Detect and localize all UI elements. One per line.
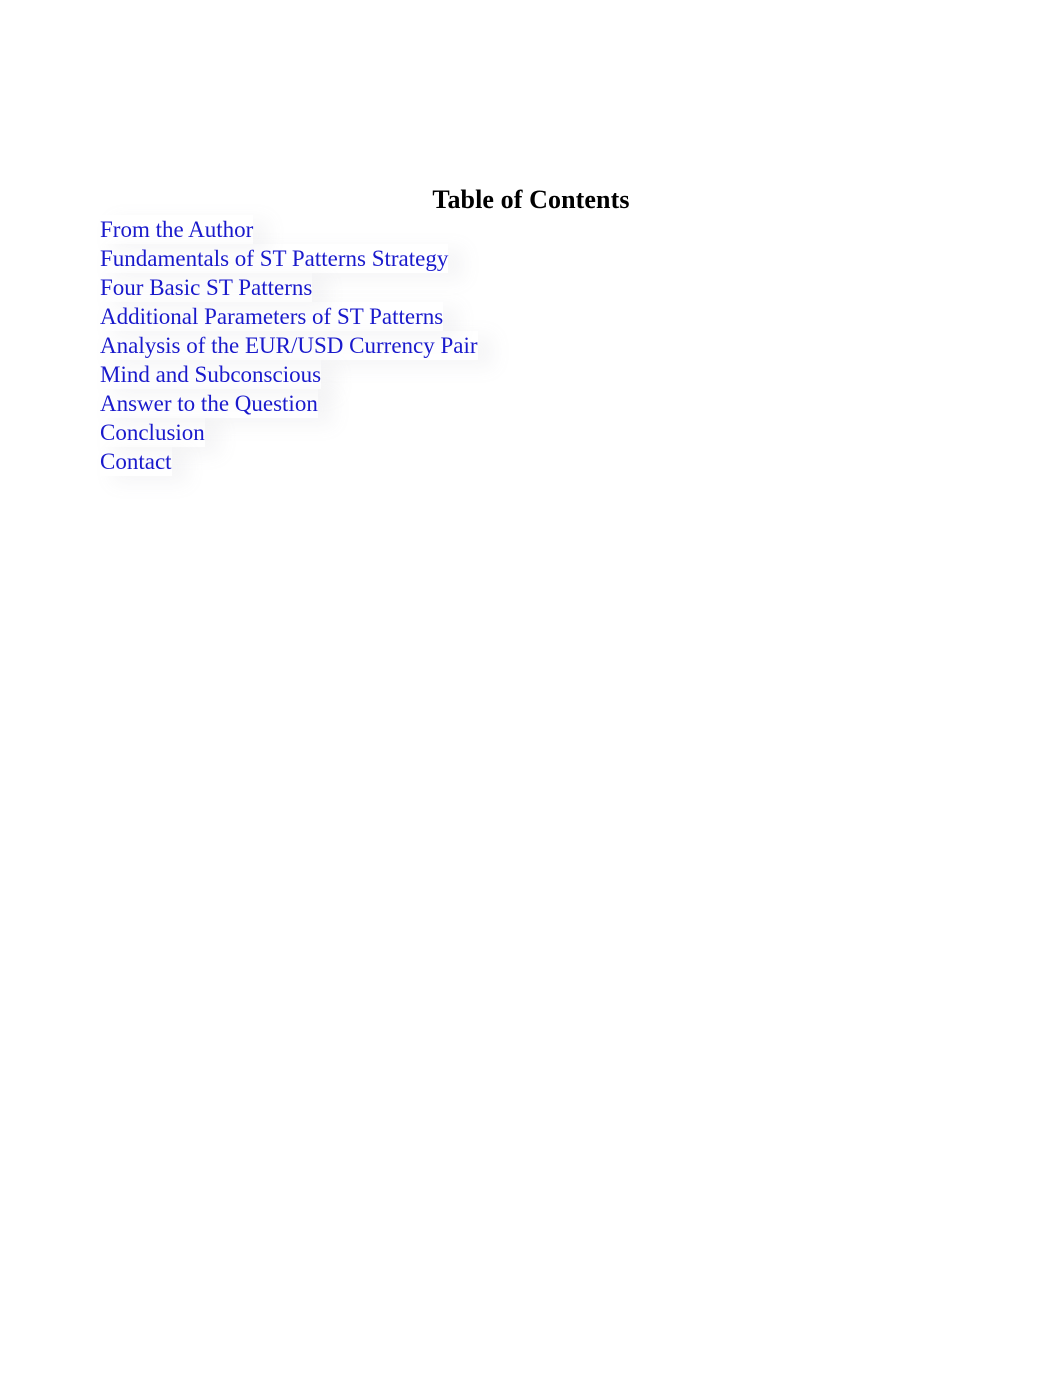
toc-link-contact[interactable]: Contact [100, 447, 172, 476]
table-of-contents-list: From the Author Fundamentals of ST Patte… [100, 215, 860, 476]
toc-link-four-basic-st-patterns[interactable]: Four Basic ST Patterns [100, 273, 312, 302]
list-item: Four Basic ST Patterns [100, 273, 860, 302]
toc-link-mind-and-subconscious[interactable]: Mind and Subconscious [100, 360, 321, 389]
toc-link-fundamentals-of-st-patterns-strategy[interactable]: Fundamentals of ST Patterns Strategy [100, 244, 448, 273]
toc-link-additional-parameters-of-st-patterns[interactable]: Additional Parameters of ST Patterns [100, 302, 443, 331]
list-item: Analysis of the EUR/USD Currency Pair [100, 331, 860, 360]
list-item: Additional Parameters of ST Patterns [100, 302, 860, 331]
toc-link-answer-to-the-question[interactable]: Answer to the Question [100, 389, 318, 418]
list-item: Contact [100, 447, 860, 476]
list-item: From the Author [100, 215, 860, 244]
toc-link-analysis-of-the-eur-usd-currency-pair[interactable]: Analysis of the EUR/USD Currency Pair [100, 331, 478, 360]
page-title: Table of Contents [432, 185, 630, 215]
list-item: Conclusion [100, 418, 860, 447]
list-item: Answer to the Question [100, 389, 860, 418]
document-page: Table of Contents From the Author Fundam… [0, 0, 1062, 1376]
toc-link-from-the-author[interactable]: From the Author [100, 215, 253, 244]
toc-link-conclusion[interactable]: Conclusion [100, 418, 205, 447]
list-item: Fundamentals of ST Patterns Strategy [100, 244, 860, 273]
list-item: Mind and Subconscious [100, 360, 860, 389]
